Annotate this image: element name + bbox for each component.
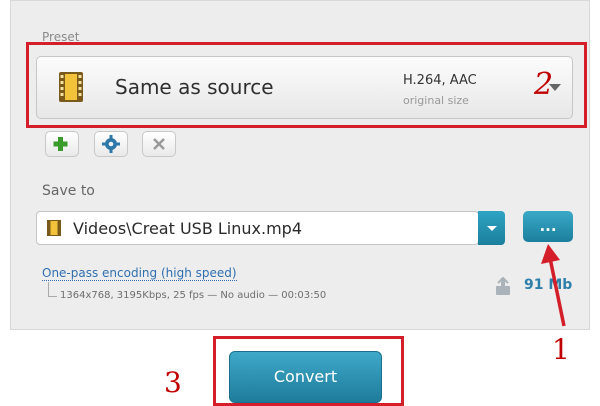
preset-settings-button[interactable] [94, 131, 128, 157]
save-to-label: Save to [42, 183, 95, 199]
chevron-down-icon [487, 226, 497, 231]
remove-preset-button[interactable] [142, 131, 176, 157]
browse-button[interactable]: ... [523, 211, 573, 242]
save-path-field[interactable]: Videos\Creat USB Linux.mp4 [36, 211, 479, 245]
encoding-mode-link[interactable]: One-pass encoding (high speed) [42, 266, 237, 281]
annotation-step-1: 1 [552, 333, 570, 366]
video-info: 1364x768, 3195Kbps, 25 fps — No audio — … [60, 290, 327, 301]
annotation-step-3: 3 [164, 366, 182, 399]
annotation-arrow [541, 244, 566, 327]
save-path-dropdown-button[interactable] [478, 211, 505, 245]
add-preset-button[interactable] [45, 131, 79, 157]
tree-connector [48, 282, 57, 297]
plus-icon [53, 137, 68, 151]
gear-icon [102, 135, 120, 153]
convert-button[interactable]: Convert [229, 351, 382, 403]
save-path-value: Videos\Creat USB Linux.mp4 [73, 219, 303, 238]
file-icon [47, 220, 61, 236]
close-icon [153, 138, 165, 150]
output-size-icon [496, 276, 510, 295]
annotation-box-preset [26, 42, 587, 128]
